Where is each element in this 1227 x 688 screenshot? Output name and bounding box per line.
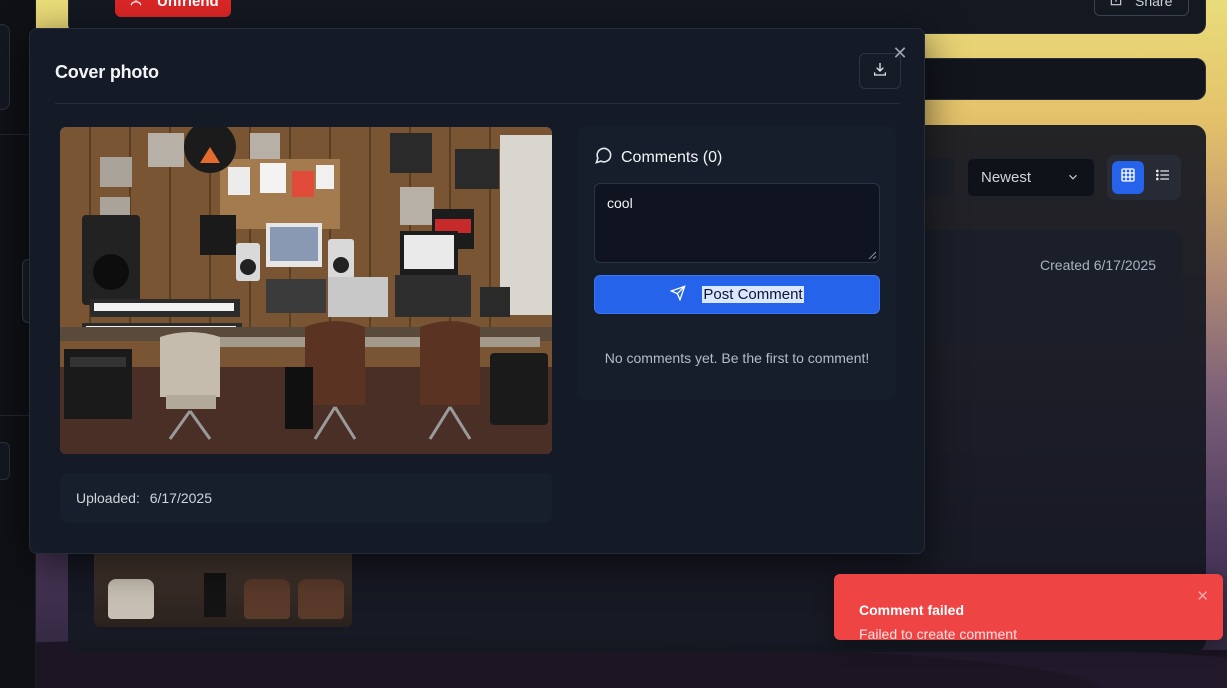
- user-icon: [129, 0, 143, 11]
- modal-divider: [55, 103, 900, 104]
- comments-header: Comments (0): [594, 146, 722, 170]
- comments-title: Comments (0): [621, 149, 723, 166]
- share-icon: [1109, 0, 1123, 10]
- photo-info-card: Uploaded: 6/17/2025: [60, 473, 552, 523]
- sidebar-input[interactable]: [0, 442, 10, 480]
- unfriend-label: Unfriend: [157, 0, 219, 10]
- share-button[interactable]: Share: [1094, 0, 1189, 16]
- grid-icon: [1120, 167, 1136, 188]
- toast-message: Failed to create comment: [859, 626, 1017, 642]
- comments-panel: Comments (0) cool Post Comment No commen…: [578, 126, 896, 400]
- thumbnail-detail: [108, 579, 154, 619]
- chevron-down-icon: [1066, 170, 1080, 188]
- photo-modal: Cover photo ✕ Uploaded: 6/17/2025 Commen…: [29, 28, 925, 554]
- studio-photo-illustration: [60, 127, 552, 454]
- album-created-date: Created 6/17/2025: [1040, 257, 1156, 273]
- thumbnail-detail: [204, 573, 226, 617]
- no-comments-message: No comments yet. Be the first to comment…: [604, 350, 870, 366]
- photo-thumbnail[interactable]: [94, 553, 352, 627]
- uploaded-label: Uploaded:: [76, 490, 140, 506]
- comment-text: cool: [607, 195, 633, 211]
- close-icon[interactable]: ✕: [891, 44, 909, 62]
- send-icon: [669, 284, 687, 305]
- comment-textarea[interactable]: cool: [594, 183, 880, 263]
- thumbnail-detail: [298, 579, 344, 619]
- unfriend-button[interactable]: Unfriend: [115, 0, 231, 17]
- sort-select[interactable]: Newest: [967, 158, 1095, 197]
- resize-handle-icon[interactable]: [868, 251, 876, 259]
- uploaded-date: 6/17/2025: [149, 490, 213, 506]
- cover-photo-image: [60, 127, 552, 454]
- grid-view-button[interactable]: [1112, 161, 1144, 194]
- thumbnail-detail: [244, 579, 290, 619]
- download-icon: [872, 61, 888, 82]
- toast-title: Comment failed: [859, 602, 965, 618]
- message-circle-icon: [594, 146, 613, 170]
- list-icon: [1155, 167, 1171, 188]
- close-icon[interactable]: ✕: [1196, 587, 1209, 605]
- sidebar-card[interactable]: [0, 24, 10, 110]
- sort-selected-value: Newest: [981, 169, 1032, 186]
- modal-title: Cover photo: [55, 62, 159, 82]
- post-comment-button[interactable]: Post Comment: [594, 275, 880, 314]
- list-view-button[interactable]: [1147, 161, 1179, 194]
- post-comment-label: Post Comment: [702, 286, 804, 303]
- view-mode-toggle: [1107, 155, 1181, 200]
- share-label: Share: [1135, 0, 1173, 9]
- error-toast: Comment failed Failed to create comment …: [834, 574, 1223, 642]
